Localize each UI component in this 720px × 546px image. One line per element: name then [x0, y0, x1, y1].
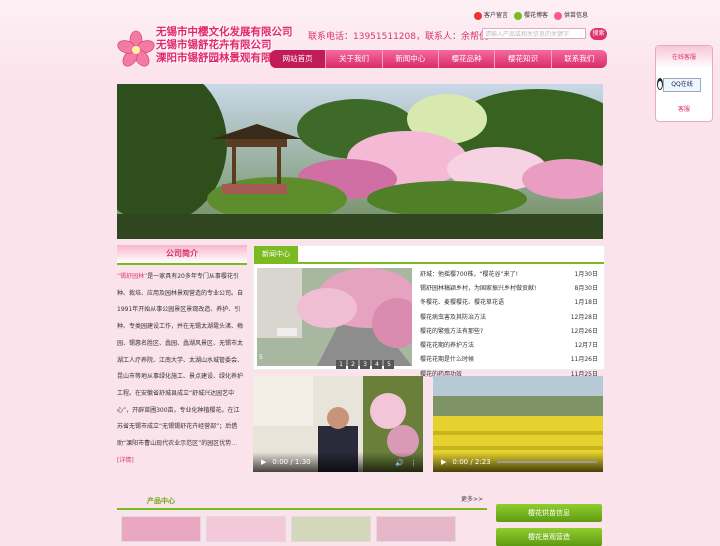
nav-knowledge[interactable]: 樱花知识: [495, 50, 552, 68]
news-date: 1月18日: [574, 299, 598, 307]
product-header: 产品中心 更多>>: [117, 494, 487, 510]
nav-news[interactable]: 新闻中心: [383, 50, 439, 68]
sakura-logo-icon: [117, 30, 155, 67]
supply-icon: [554, 11, 563, 20]
more-options-icon[interactable]: ⋮: [410, 459, 417, 467]
slide-page-2[interactable]: 2: [348, 360, 358, 369]
news-date: 12月26日: [570, 327, 598, 335]
video-2-progress[interactable]: [496, 461, 597, 463]
product-thumb[interactable]: [121, 516, 201, 542]
news-title[interactable]: 樱花的繁殖方法有那些?: [420, 326, 483, 335]
product-center: 产品中心 更多>>: [117, 494, 487, 542]
volume-icon[interactable]: 🔊: [395, 459, 404, 467]
top-link-blog-label: 樱花博客: [524, 12, 549, 19]
play-icon[interactable]: ▶: [261, 458, 266, 466]
company-intro: 公司简介 “锡舒园林”是一家具有20多年专门从事樱花引种、栽培、应用及园林景观营…: [117, 245, 247, 469]
nav-varieties[interactable]: 樱花品种: [439, 50, 496, 68]
top-link-guestbook[interactable]: 客户留言: [474, 10, 508, 20]
street-photo: [257, 268, 412, 366]
slide-page-4[interactable]: 4: [372, 360, 382, 369]
qq-header: 在线客服: [656, 46, 712, 68]
blog-icon: [514, 11, 523, 20]
top-link-guestbook-label: 客户留言: [484, 12, 509, 19]
supply-info-button[interactable]: 樱花供苗信息: [496, 504, 602, 522]
video-2-controls: ▶ 0:00 / 2:23: [433, 452, 603, 472]
search-input[interactable]: 请输入产品或相关信息的关键字: [482, 28, 586, 39]
slide-page-1[interactable]: 1: [336, 360, 346, 369]
garden-photo: [117, 84, 603, 239]
news-center: 新闻中心 5 1 2 3 4 5 舒城：他摇樱700株，“樱花谷”来了! 1月30…: [253, 245, 605, 378]
contact-info: 联系电话：13951511208，联系人：余帮俊: [308, 32, 488, 42]
intro-heading: 公司简介: [117, 245, 247, 265]
main-nav: 网站首页 关于我们 新闻中心 樱花品种 樱花知识 联系我们: [270, 50, 607, 68]
video-1-buttons: 🔊 ⋮: [395, 459, 417, 467]
intro-text: “锡舒园林”是一家具有20多年专门从事樱花引种、栽培、应用及园林景观营造的专业公…: [117, 265, 247, 469]
product-title: 产品中心: [147, 497, 175, 505]
news-item[interactable]: 樱花花期的养护方法 12月7日: [420, 337, 598, 351]
top-link-supply-label: 供苗信息: [564, 12, 589, 19]
product-thumb[interactable]: [291, 516, 371, 542]
news-item[interactable]: 樱花病虫害及其防治方法 12月28日: [420, 309, 598, 323]
news-item[interactable]: 冬樱花、麦樱樱花、樱花草花语 1月18日: [420, 295, 598, 309]
slide-pager: 1 2 3 4 5: [336, 360, 394, 369]
qq-online-button[interactable]: QQ在线: [663, 78, 701, 92]
play-icon[interactable]: ▶: [441, 458, 446, 466]
company-name-1: 无锡市中樱文化发展有限公司: [156, 26, 293, 38]
news-title[interactable]: 锡舒园林稿颖乡村，为国家振兴乡村做贡献!: [420, 283, 536, 292]
news-title[interactable]: 樱花病虫害及其防治方法: [420, 312, 486, 321]
slide-number: 5: [259, 354, 263, 361]
top-link-supply[interactable]: 供苗信息: [554, 10, 588, 20]
news-date: 12月7日: [574, 342, 598, 350]
slide-page-5[interactable]: 5: [384, 360, 394, 369]
qq-footer: 客服: [677, 106, 690, 113]
top-links: 客户留言 樱花博客 供苗信息: [474, 10, 588, 20]
product-thumb[interactable]: [376, 516, 456, 542]
product-thumb[interactable]: [206, 516, 286, 542]
guestbook-icon: [474, 11, 482, 20]
intro-body: 是一家具有20多年专门从事樱花引种、栽培、应用及园林景观营造的专业公司。自199…: [117, 273, 244, 448]
news-date: 1月30日: [574, 270, 598, 278]
top-link-blog[interactable]: 樱花博客: [514, 10, 548, 20]
video-player-1[interactable]: ▶ 0:00 / 1:30 🔊 ⋮: [253, 376, 423, 472]
video-player-2[interactable]: ▶ 0:00 / 2:23: [433, 376, 603, 472]
banner-image: [117, 84, 603, 239]
landscape-button[interactable]: 樱花景观营造: [496, 528, 602, 546]
product-more-link[interactable]: 更多>>: [461, 494, 483, 503]
news-title[interactable]: 樱花花期的养护方法: [420, 340, 474, 349]
product-thumbs: [117, 510, 487, 542]
slide-page-3[interactable]: 3: [360, 360, 370, 369]
news-list: 舒城：他摇樱700株，“樱花谷”来了! 1月30日 锡舒园林稿颖乡村，为国家振兴乡…: [420, 266, 598, 380]
news-date: 8月30日: [574, 284, 598, 292]
video-2-time: 0:00 / 2:23: [452, 458, 491, 466]
intro-brand: “锡舒园林”: [117, 273, 148, 280]
news-item[interactable]: 樱花的繁殖方法有那些? 12月26日: [420, 323, 598, 337]
news-title[interactable]: 冬樱花、麦樱樱花、樱花草花语: [420, 297, 504, 306]
news-item[interactable]: 舒城：他摇樱700株，“樱花谷”来了! 1月30日: [420, 266, 598, 280]
nav-about[interactable]: 关于我们: [326, 50, 383, 68]
news-title[interactable]: 樱花花期是什么时候: [420, 354, 474, 363]
search-button[interactable]: 搜索: [590, 28, 607, 40]
news-item[interactable]: 锡舒园林稿颖乡村，为国家振兴乡村做贡献! 8月30日: [420, 280, 598, 294]
news-title[interactable]: 舒城：他摇樱700株，“樱花谷”来了!: [420, 269, 518, 278]
qq-title: 在线客服: [672, 54, 697, 61]
video-1-time: 0:00 / 1:30: [272, 458, 311, 466]
news-date: 11月26日: [570, 356, 598, 364]
news-header: 新闻中心: [254, 246, 604, 264]
qq-service-widget: 在线客服 QQ在线 客服: [655, 45, 713, 122]
nav-home[interactable]: 网站首页: [270, 50, 327, 68]
news-tab[interactable]: 新闻中心: [254, 246, 298, 262]
news-date: 12月28日: [570, 313, 598, 321]
logo[interactable]: 无锡市中樱文化发展有限公司 无锡市锡舒花卉有限公司 溧阳市锡舒园林景观有限公司: [116, 26, 293, 74]
news-slideshow[interactable]: 5: [257, 268, 412, 366]
nav-contact[interactable]: 联系我们: [552, 50, 607, 68]
news-item[interactable]: 樱花花期是什么时候 11月26日: [420, 352, 598, 366]
